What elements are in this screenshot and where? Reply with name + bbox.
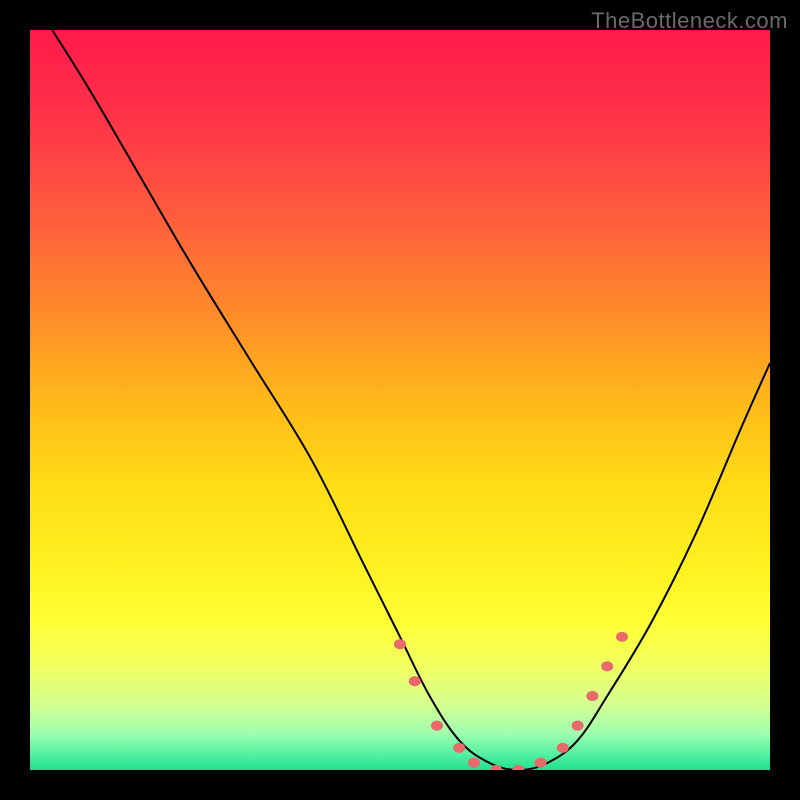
watermark-text: TheBottleneck.com: [591, 8, 788, 34]
highlight-dot: [557, 743, 569, 753]
highlight-dot: [601, 661, 613, 671]
highlight-dot: [468, 758, 480, 768]
highlight-dot: [394, 639, 406, 649]
highlight-dot: [572, 721, 584, 731]
highlight-dot: [586, 691, 598, 701]
highlight-dot: [616, 632, 628, 642]
highlight-dot: [453, 743, 465, 753]
highlight-dot: [535, 758, 547, 768]
highlight-dot: [490, 765, 502, 770]
highlight-dot: [409, 676, 421, 686]
bottleneck-curve: [52, 30, 770, 770]
highlight-dot: [431, 721, 443, 731]
highlight-dot: [512, 765, 524, 770]
chart-curve-layer: [30, 30, 770, 770]
chart-plot-area: [30, 30, 770, 770]
highlight-markers: [394, 632, 628, 770]
